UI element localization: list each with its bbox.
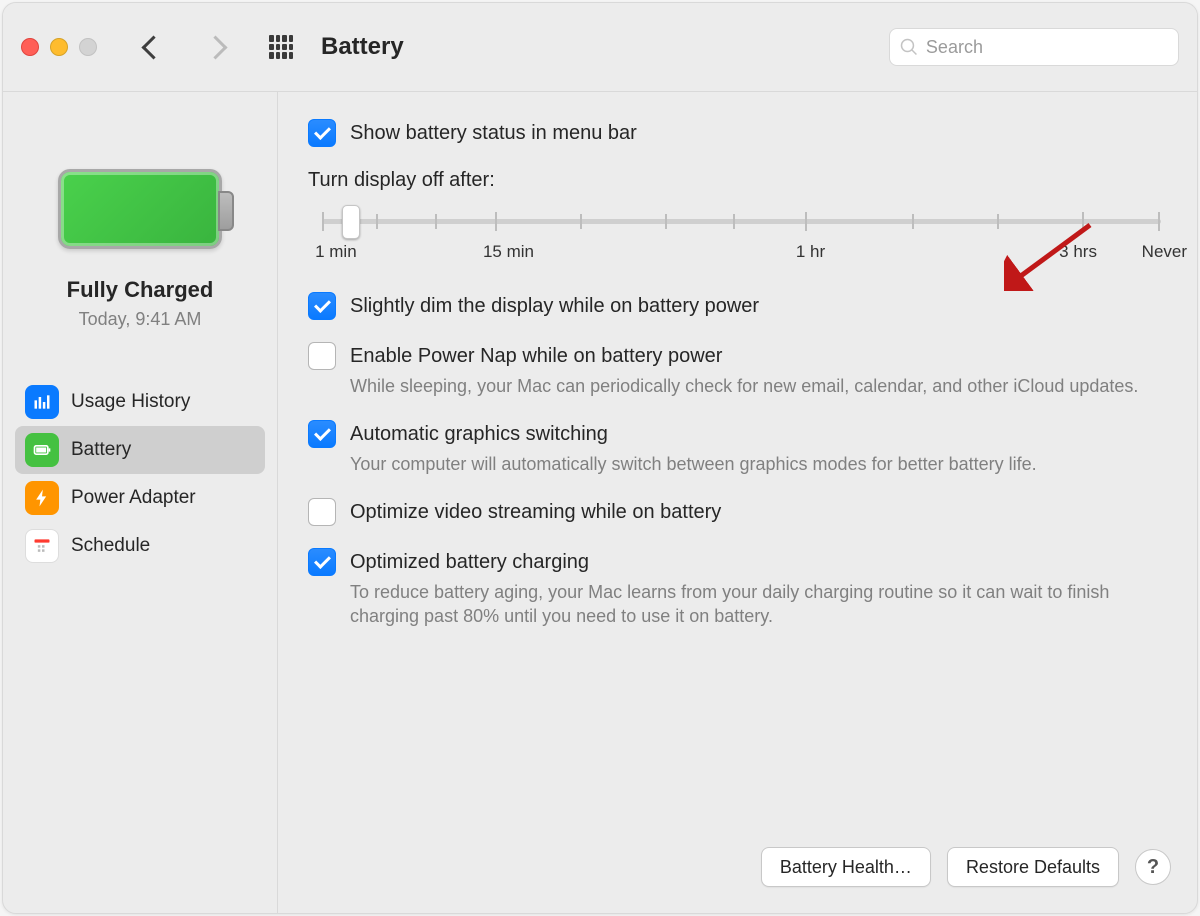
usage-history-icon — [25, 385, 59, 419]
option-row: Enable Power Nap while on battery power W… — [308, 342, 1175, 398]
chevron-right-icon — [203, 35, 227, 59]
sidebar-item-power-adapter[interactable]: Power Adapter — [15, 474, 265, 522]
option-label: Enable Power Nap while on battery power — [350, 342, 1175, 370]
battery-nav-icon — [25, 433, 59, 467]
footer-buttons: Battery Health… Restore Defaults ? — [761, 847, 1171, 887]
chevron-left-icon — [141, 35, 165, 59]
minimize-window-button[interactable] — [50, 38, 68, 56]
slider-mark-labels: 1 min 15 min 1 hr 3 hrs Never — [310, 242, 1173, 266]
window-controls — [21, 38, 97, 56]
slider-mark: Never — [1142, 242, 1187, 262]
slider-track — [322, 219, 1161, 224]
checkbox-show-menubar[interactable] — [308, 119, 336, 147]
option-row: Optimized battery charging To reduce batt… — [308, 548, 1175, 628]
slider-mark: 1 min — [315, 242, 357, 262]
sidebar-item-label: Power Adapter — [71, 487, 196, 509]
option-label: Show battery status in menu bar — [350, 119, 1175, 147]
slider-mark: 15 min — [483, 242, 534, 262]
checkbox-option-0[interactable] — [308, 292, 336, 320]
search-icon — [900, 37, 918, 57]
sidebar: Fully Charged Today, 9:41 AM Usage Histo… — [3, 91, 278, 913]
slider-thumb[interactable] — [342, 205, 360, 239]
search-field[interactable] — [889, 28, 1179, 66]
sidebar-item-label: Schedule — [71, 535, 150, 557]
option-description: While sleeping, your Mac can periodicall… — [350, 374, 1175, 398]
zoom-window-button[interactable] — [79, 38, 97, 56]
option-label: Optimize video streaming while on batter… — [350, 498, 1175, 526]
battery-status-title: Fully Charged — [3, 277, 277, 303]
checkbox-option-4[interactable] — [308, 548, 336, 576]
search-input[interactable] — [924, 36, 1168, 59]
close-window-button[interactable] — [21, 38, 39, 56]
checkbox-option-2[interactable] — [308, 420, 336, 448]
sidebar-item-schedule[interactable]: Schedule — [15, 522, 265, 570]
option-label: Slightly dim the display while on batter… — [350, 292, 1175, 320]
battery-icon — [58, 169, 222, 249]
display-off-label: Turn display off after: — [308, 169, 1175, 192]
sidebar-nav: Usage History Battery Power Adapter — [3, 370, 277, 578]
option-label: Optimized battery charging — [350, 548, 1175, 576]
checkbox-option-3[interactable] — [308, 498, 336, 526]
display-off-slider[interactable] — [316, 206, 1167, 236]
option-description: To reduce battery aging, your Mac learns… — [350, 580, 1175, 628]
option-label: Automatic graphics switching — [350, 420, 1175, 448]
sidebar-item-battery[interactable]: Battery — [15, 426, 265, 474]
body: Fully Charged Today, 9:41 AM Usage Histo… — [3, 91, 1197, 913]
sidebar-item-usage-history[interactable]: Usage History — [15, 378, 265, 426]
slider-mark: 1 hr — [796, 242, 825, 262]
back-button[interactable] — [137, 27, 169, 67]
titlebar: Battery — [3, 3, 1197, 92]
checkbox-option-1[interactable] — [308, 342, 336, 370]
main-pane: Show battery status in menu bar Turn dis… — [278, 91, 1197, 913]
sidebar-item-label: Battery — [71, 439, 131, 461]
options-list: Slightly dim the display while on batter… — [308, 292, 1175, 628]
schedule-icon — [25, 529, 59, 563]
option-row: Automatic graphics switching Your compute… — [308, 420, 1175, 476]
show-all-preferences-button[interactable] — [269, 35, 293, 59]
option-row: Slightly dim the display while on batter… — [308, 292, 1175, 320]
sidebar-item-label: Usage History — [71, 391, 190, 413]
preferences-window: Battery Fully Charged Today, 9:41 AM Usa… — [2, 2, 1198, 914]
option-description: Your computer will automatically switch … — [350, 452, 1175, 476]
option-row: Optimize video streaming while on batter… — [308, 498, 1175, 526]
battery-status-time: Today, 9:41 AM — [3, 309, 277, 330]
restore-defaults-button[interactable]: Restore Defaults — [947, 847, 1119, 887]
power-adapter-icon — [25, 481, 59, 515]
option-show-menubar: Show battery status in menu bar — [308, 119, 1175, 147]
slider-mark: 3 hrs — [1059, 242, 1097, 262]
battery-health-button[interactable]: Battery Health… — [761, 847, 931, 887]
forward-button[interactable] — [199, 27, 231, 67]
help-button[interactable]: ? — [1135, 849, 1171, 885]
page-title: Battery — [321, 33, 404, 61]
nav-arrows — [137, 27, 231, 67]
